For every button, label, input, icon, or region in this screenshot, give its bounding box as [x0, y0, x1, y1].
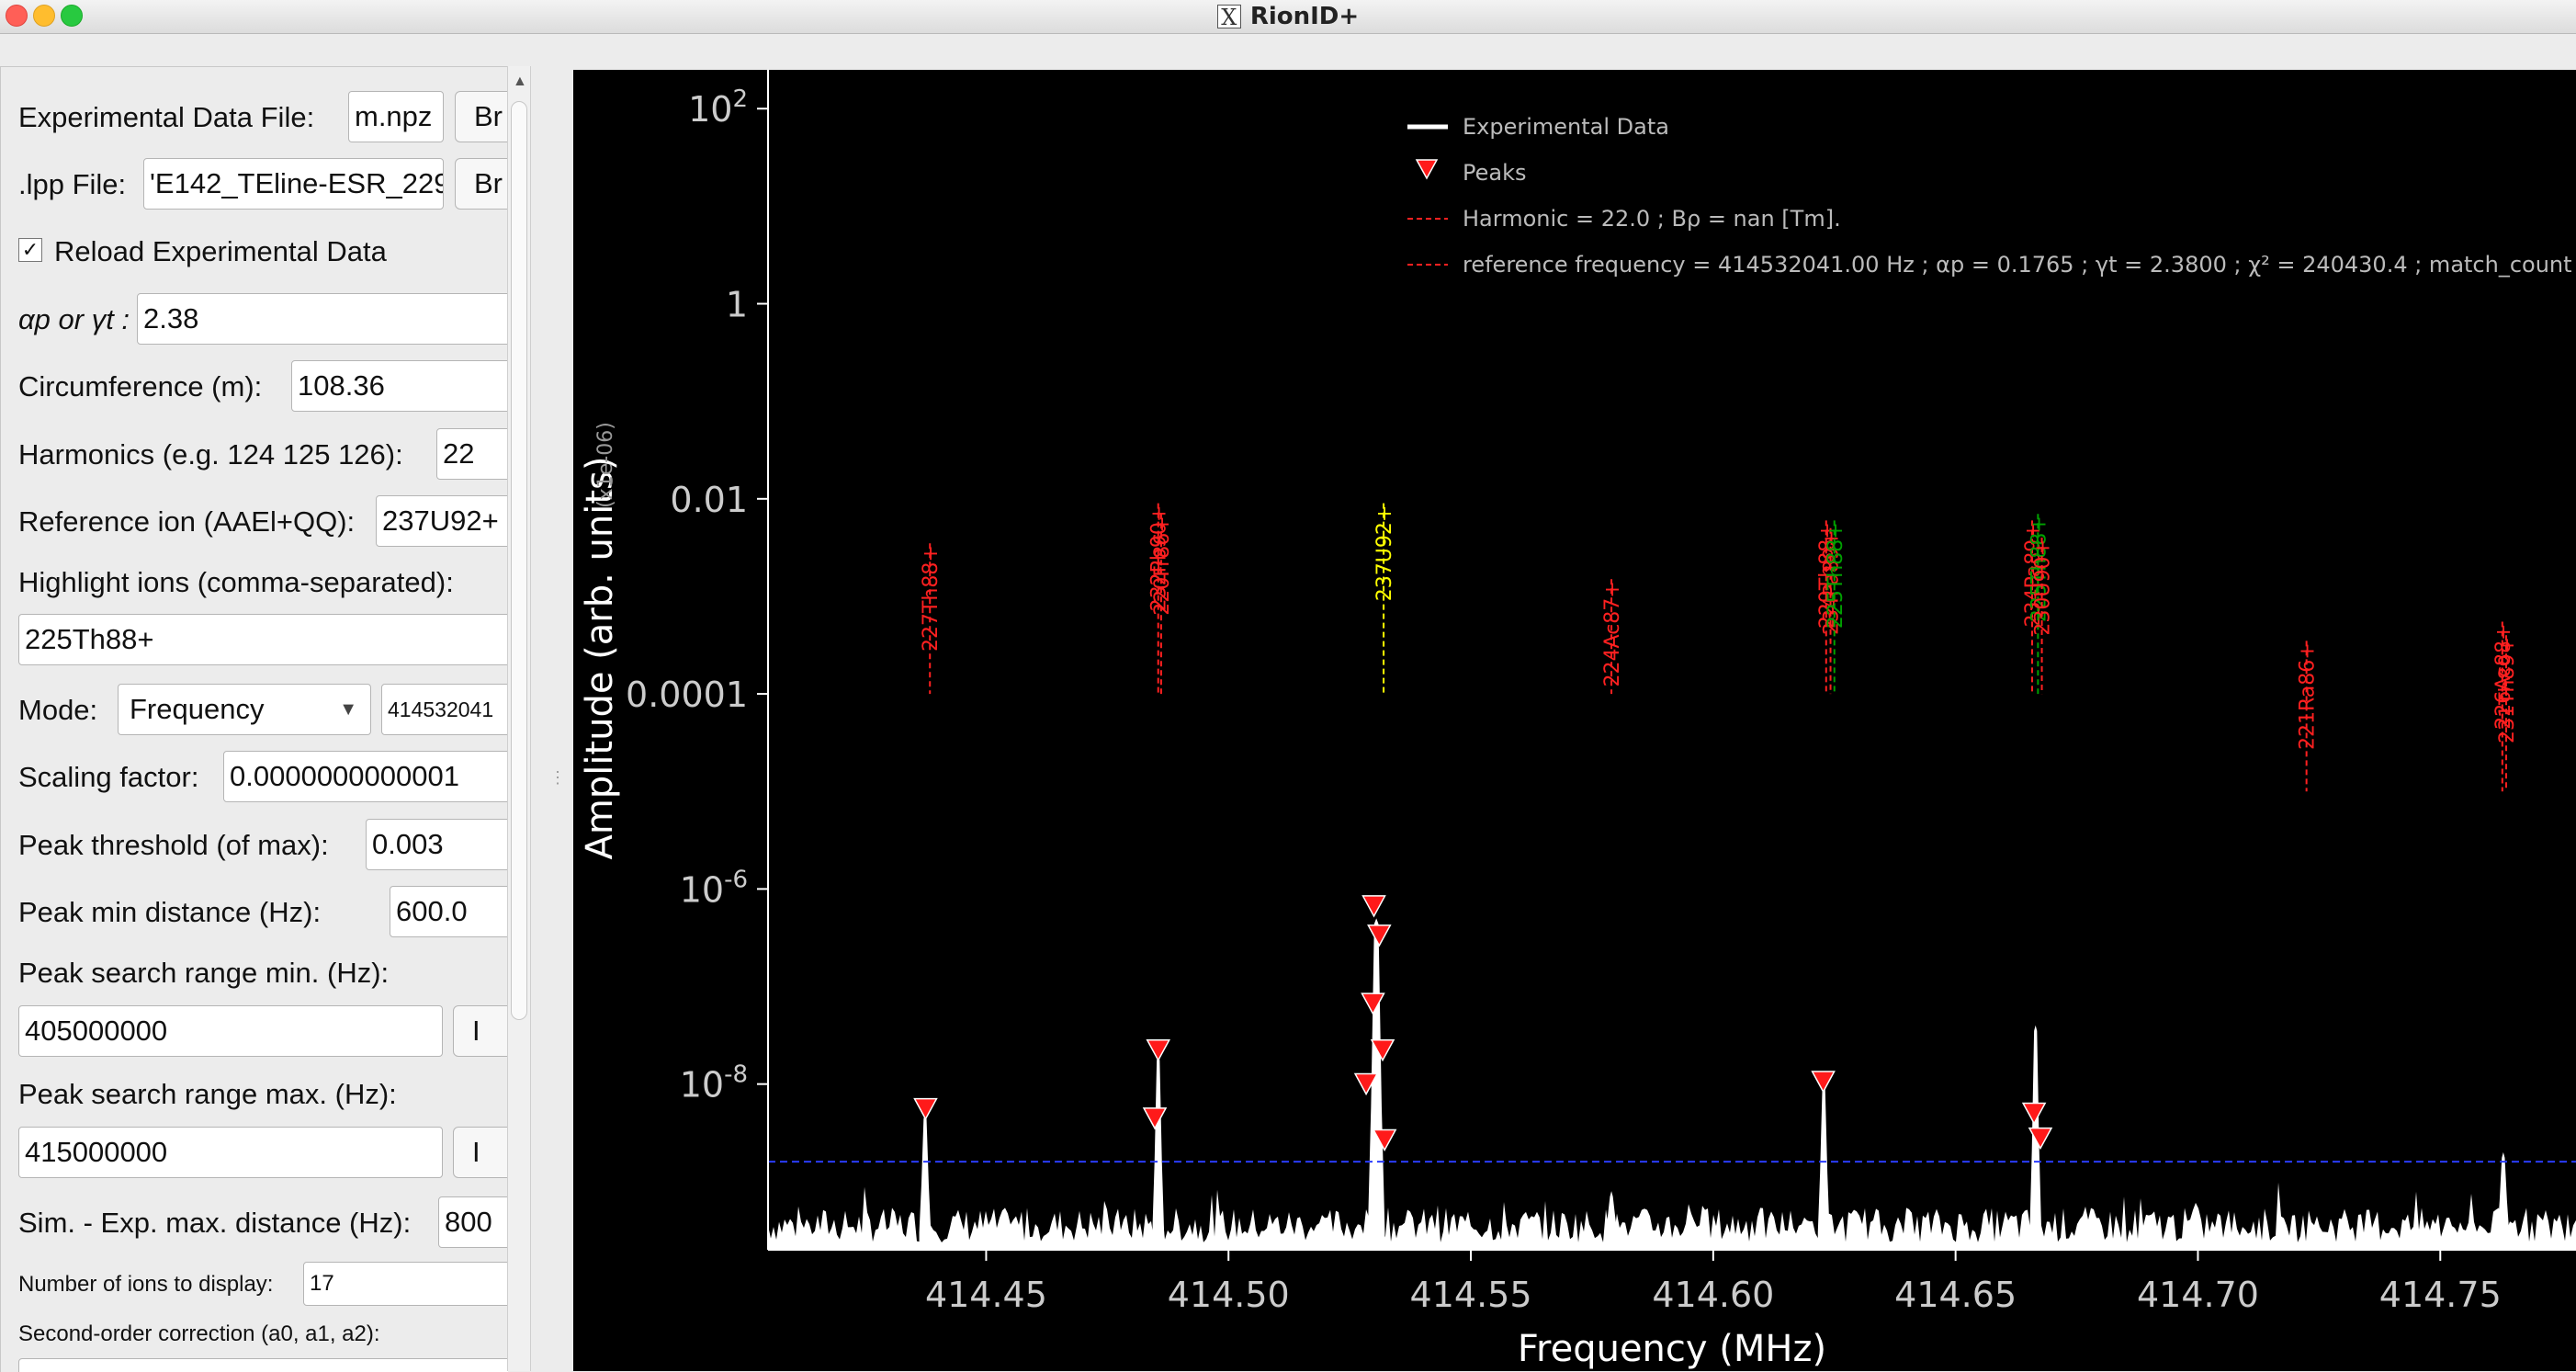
y-axis-scale-label: (x1e-06): [594, 422, 617, 508]
peak-threshold-input[interactable]: 0.003: [366, 819, 508, 870]
highlight-ions-label: Highlight ions (comma-separated):: [18, 566, 454, 598]
x-tick-label-4: 414.65: [1894, 1275, 2017, 1315]
range-max-button[interactable]: I: [453, 1127, 508, 1178]
reload-checkbox[interactable]: ✓: [18, 238, 42, 262]
scroll-up-icon[interactable]: ▲: [513, 74, 527, 90]
mode-frequency-input[interactable]: 414532041: [381, 684, 508, 735]
settings-panel: Experimental Data File: m.npz Br .lpp Fi…: [0, 66, 508, 1372]
ion-label-0: 227Th88+: [920, 545, 943, 652]
second-order-input[interactable]: [18, 1358, 508, 1372]
splitter-handle-icon[interactable]: ⋮: [549, 768, 566, 788]
y-axis-label: Amplitude (arb. units): [579, 456, 621, 859]
ion-label-13: 231Th89+: [2496, 637, 2519, 743]
scaling-factor-label: Scaling factor:: [18, 761, 199, 793]
peak-min-distance-label: Peak min distance (Hz):: [18, 896, 322, 928]
ion-label-4: 224Ac87+: [1601, 581, 1624, 686]
ion-label-2: 220Fr86+: [1151, 516, 1174, 616]
range-min-button[interactable]: I: [453, 1005, 508, 1057]
x-tick-label-1: 414.50: [1168, 1275, 1290, 1315]
spectrum-plot[interactable]: 227Th88+ 232Pb90+ 220Fr86+ 237U92+ 224Ac87+ 2…: [573, 70, 2576, 1371]
alpha-input[interactable]: 2.38: [137, 293, 508, 345]
chevron-down-icon: ▼: [339, 699, 357, 720]
exp-file-label: Experimental Data File:: [18, 101, 315, 133]
lpp-file-browse-button[interactable]: Br: [455, 158, 508, 210]
ion-label-3: 237U92+: [1373, 505, 1396, 602]
y-tick-label-3: 0.0001: [626, 675, 748, 715]
legend-entry-1: Peaks: [1463, 160, 1527, 186]
lpp-file-label: .lpp File:: [18, 168, 127, 200]
harmonics-input[interactable]: 22: [436, 428, 508, 480]
range-max-label: Peak search range max. (Hz):: [18, 1078, 397, 1110]
panel-scrollbar[interactable]: ▲: [507, 66, 531, 1371]
range-max-input[interactable]: 415000000: [18, 1127, 443, 1178]
mode-select-value: Frequency: [130, 693, 265, 725]
x-tick-label-0: 414.45: [925, 1275, 1047, 1315]
number-of-ions-input[interactable]: 17: [303, 1262, 508, 1306]
number-of-ions-label: Number of ions to display:: [18, 1272, 274, 1297]
x-axis-label: Frequency (MHz): [1518, 1328, 1826, 1370]
x-tick-label-2: 414.55: [1410, 1275, 1532, 1315]
legend-entry-2: Harmonic = 22.0 ; Bρ = nan [Tm].: [1463, 206, 1841, 232]
second-order-label: Second-order correction (a0, a1, a2):: [18, 1321, 380, 1346]
alpha-label: αp or γt :: [18, 303, 130, 335]
window-title: RionID+: [1249, 3, 1360, 30]
reload-label: Reload Experimental Data: [54, 235, 387, 267]
x-tick-label-3: 414.60: [1652, 1275, 1774, 1315]
ion-label-7: 225Th88+: [1825, 522, 1847, 629]
mode-select[interactable]: Frequency ▼: [118, 684, 371, 735]
sim-exp-distance-label: Sim. - Exp. max. distance (Hz):: [18, 1207, 412, 1239]
mode-label: Mode:: [18, 694, 98, 726]
highlight-ions-input[interactable]: 225Th88+: [18, 614, 508, 665]
reference-ion-input[interactable]: 237U92+: [376, 495, 508, 547]
scaling-factor-input[interactable]: 0.0000000000001: [223, 751, 508, 802]
x-tick-label-5: 414.70: [2137, 1275, 2259, 1315]
scrollbar-thumb[interactable]: [511, 101, 527, 1020]
window-title-group: X RionID+: [0, 0, 2576, 33]
x11-icon: X: [1216, 5, 1241, 29]
spectrum-chart[interactable]: 227Th88+ 232Pb90+220Fr86+ 237U92+224Ac87+2…: [573, 70, 2576, 1371]
circumference-label: Circumference (m):: [18, 370, 263, 403]
exp-file-input[interactable]: m.npz: [348, 91, 444, 142]
exp-file-browse-button[interactable]: Br: [455, 91, 508, 142]
peak-threshold-label: Peak threshold (of max):: [18, 829, 329, 861]
harmonics-label: Harmonics (e.g. 124 125 126):: [18, 438, 403, 471]
lpp-file-input[interactable]: 'E142_TEline-ESR_229': [143, 158, 444, 210]
ion-label-11: 221Ra86+: [2297, 642, 2320, 750]
x-tick-label-6: 414.75: [2379, 1275, 2502, 1315]
sim-exp-distance-input[interactable]: 800: [438, 1196, 508, 1248]
y-tick-label-1: 1: [726, 285, 748, 325]
legend-entry-3: reference frequency = 414532041.00 Hz ; …: [1463, 252, 2576, 278]
range-min-input[interactable]: 405000000: [18, 1005, 443, 1057]
range-min-label: Peak search range min. (Hz):: [18, 957, 390, 989]
title-bar: X RionID+: [0, 0, 2576, 34]
ion-label-10: 230U90+: [2032, 539, 2055, 636]
legend-entry-0: Experimental Data: [1463, 114, 1669, 140]
circumference-input[interactable]: 108.36: [291, 360, 508, 412]
y-tick-label-2: 0.01: [670, 480, 748, 520]
peak-min-distance-input[interactable]: 600.0: [390, 886, 508, 937]
reference-ion-label: Reference ion (AAEl+QQ):: [18, 505, 356, 538]
